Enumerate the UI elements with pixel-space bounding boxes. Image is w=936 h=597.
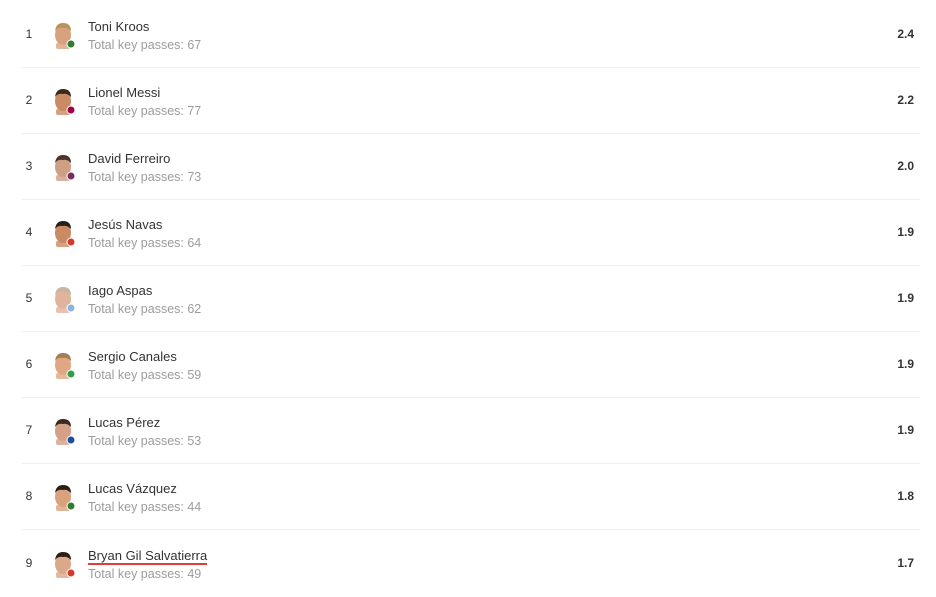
player-stat: Total key passes: 64: [88, 236, 202, 250]
player-avatar-icon[interactable]: [52, 285, 76, 313]
player-avatar-icon[interactable]: [52, 153, 76, 181]
player-stat: Total key passes: 59: [88, 368, 202, 382]
player-stat: Total key passes: 44: [88, 500, 202, 514]
player-name[interactable]: Lucas Vázquez: [88, 481, 177, 496]
player-name[interactable]: Lucas Pérez: [88, 415, 160, 430]
player-avatar-icon[interactable]: [52, 351, 76, 379]
player-avatar-icon[interactable]: [52, 87, 76, 115]
rank-number: 3: [25, 159, 33, 173]
player-name[interactable]: David Ferreiro: [88, 151, 170, 166]
player-row[interactable]: 2 Lionel Messi Total key passes: 77 2.2: [0, 68, 936, 134]
player-avatar-icon[interactable]: [52, 483, 76, 511]
player-row[interactable]: 1 Toni Kroos Total key passes: 67 2.4: [0, 2, 936, 68]
player-row[interactable]: 7 Lucas Pérez Total key passes: 53 1.9: [0, 398, 936, 464]
player-name[interactable]: Iago Aspas: [88, 283, 152, 298]
rank-number: 7: [25, 423, 33, 437]
player-stat: Total key passes: 62: [88, 302, 202, 316]
player-stat: Total key passes: 77: [88, 104, 202, 118]
rank-number: 9: [25, 556, 33, 570]
player-rating: 1.9: [897, 291, 914, 305]
player-rating: 1.9: [897, 423, 914, 437]
player-stat: Total key passes: 67: [88, 38, 202, 52]
player-name[interactable]: Sergio Canales: [88, 349, 177, 364]
player-row[interactable]: 9 Bryan Gil Salvatierra Total key passes: …: [0, 531, 936, 597]
player-rating: 1.9: [897, 225, 914, 239]
player-row[interactable]: 4 Jesús Navas Total key passes: 64 1.9: [0, 200, 936, 266]
rank-number: 8: [25, 489, 33, 503]
rank-number: 6: [25, 357, 33, 371]
rank-number: 4: [25, 225, 33, 239]
player-name[interactable]: Toni Kroos: [88, 19, 149, 34]
rank-number: 5: [25, 291, 33, 305]
player-name[interactable]: Jesús Navas: [88, 217, 162, 232]
player-name[interactable]: Lionel Messi: [88, 85, 160, 100]
player-rating: 2.2: [897, 93, 914, 107]
player-row[interactable]: 3 David Ferreiro Total key passes: 73 2.0: [0, 134, 936, 200]
player-stat: Total key passes: 49: [88, 567, 202, 581]
player-rating: 1.7: [897, 556, 914, 570]
player-name[interactable]: Bryan Gil Salvatierra: [88, 548, 208, 565]
player-rating: 1.8: [897, 489, 914, 503]
player-rating: 2.4: [897, 27, 914, 41]
row-divider: [22, 529, 920, 530]
player-avatar-icon[interactable]: [52, 417, 76, 445]
rank-number: 2: [25, 93, 33, 107]
rank-number: 1: [25, 27, 33, 41]
player-stat: Total key passes: 73: [88, 170, 202, 184]
player-avatar-icon[interactable]: [52, 550, 76, 578]
player-row[interactable]: 8 Lucas Vázquez Total key passes: 44 1.8: [0, 464, 936, 530]
player-row[interactable]: 6 Sergio Canales Total key passes: 59 1.9: [0, 332, 936, 398]
player-rating: 2.0: [897, 159, 914, 173]
player-rating: 1.9: [897, 357, 914, 371]
player-stat: Total key passes: 53: [88, 434, 202, 448]
player-ranking-list: 1 Toni Kroos Total key passes: 67 2.4 2 Lione…: [0, 0, 936, 597]
player-avatar-icon[interactable]: [52, 219, 76, 247]
player-avatar-icon[interactable]: [52, 21, 76, 49]
player-row[interactable]: 5 Iago Aspas Total key passes: 62 1.9: [0, 266, 936, 332]
